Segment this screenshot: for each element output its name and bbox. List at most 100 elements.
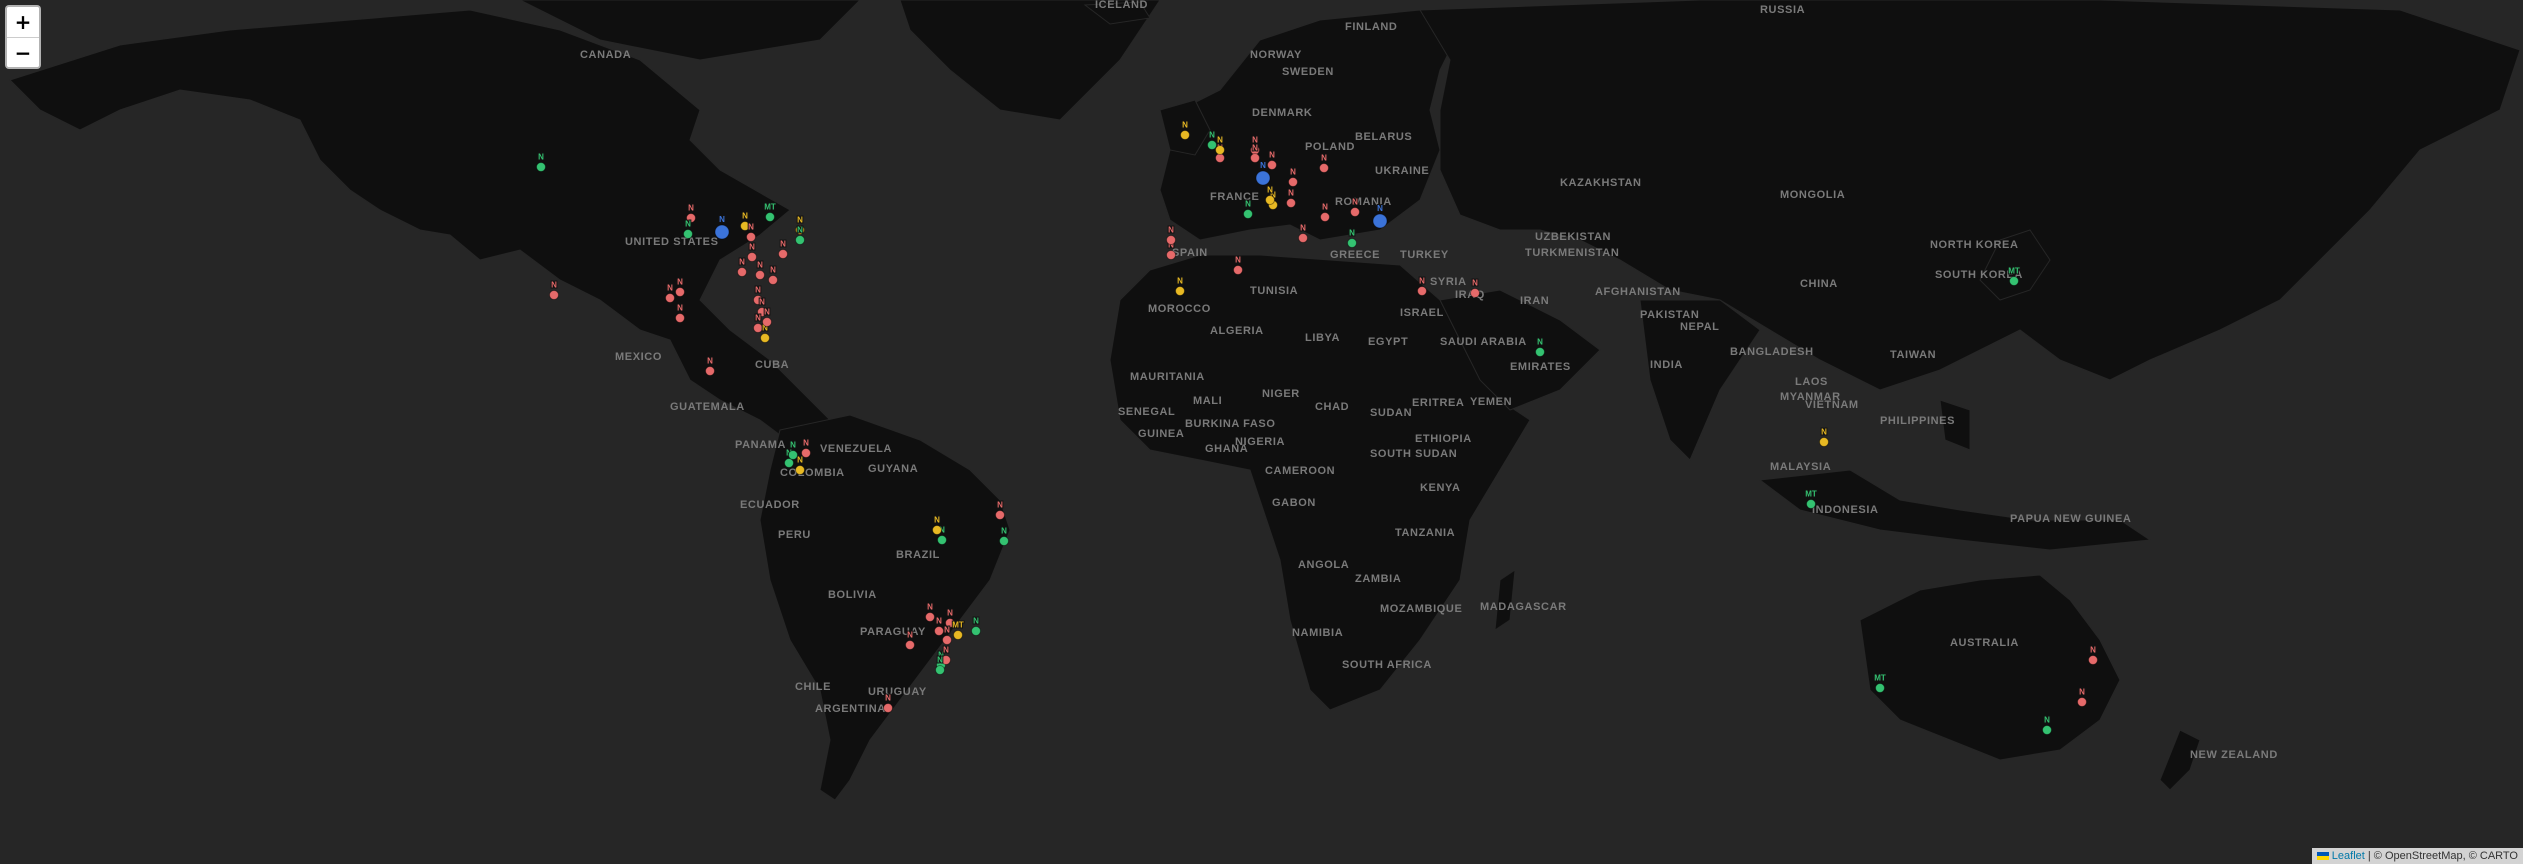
- marker-label: N: [2079, 688, 2085, 697]
- country-label: MONGOLIA: [1780, 189, 1845, 201]
- marker-dot[interactable]: [953, 630, 963, 640]
- marker-dot[interactable]: [1207, 140, 1217, 150]
- marker-dot[interactable]: [2077, 697, 2087, 707]
- marker-dot[interactable]: [999, 536, 1009, 546]
- marker-dot[interactable]: [2088, 655, 2098, 665]
- marker-dot[interactable]: [1347, 238, 1357, 248]
- marker-dot[interactable]: [1215, 145, 1225, 155]
- marker-label: N: [2090, 646, 2096, 655]
- marker-dot[interactable]: [801, 448, 811, 458]
- marker-dot[interactable]: [762, 317, 772, 327]
- marker-dot[interactable]: [1243, 209, 1253, 219]
- country-label: ANGOLA: [1298, 559, 1349, 571]
- country-label: SPAIN: [1172, 247, 1208, 259]
- country-label: CANADA: [580, 49, 631, 61]
- leaflet-link[interactable]: Leaflet: [2332, 850, 2365, 862]
- marker-dot[interactable]: [768, 275, 778, 285]
- marker-dot[interactable]: [1166, 250, 1176, 260]
- country-label: TURKMENISTAN: [1525, 247, 1619, 259]
- marker-dot[interactable]: [1470, 288, 1480, 298]
- marker-dot[interactable]: [1175, 286, 1185, 296]
- country-label: IRAN: [1520, 295, 1549, 307]
- marker-dot[interactable]: [932, 525, 942, 535]
- marker-dot[interactable]: [536, 162, 546, 172]
- attribution-text: | © OpenStreetMap, © CARTO: [2364, 850, 2518, 862]
- marker-dot[interactable]: [1350, 207, 1360, 217]
- marker-label: N: [739, 258, 745, 267]
- country-label: SOUTH AFRICA: [1342, 659, 1432, 671]
- marker-dot[interactable]: [2009, 276, 2019, 286]
- marker-label: N: [1472, 279, 1478, 288]
- marker-label: N: [707, 357, 713, 366]
- marker-dot[interactable]: [1166, 235, 1176, 245]
- marker-dot[interactable]: [995, 510, 1005, 520]
- marker-dot[interactable]: [1255, 170, 1271, 186]
- marker-dot[interactable]: [788, 450, 798, 460]
- marker-dot[interactable]: [934, 626, 944, 636]
- marker-label: N: [538, 153, 544, 162]
- marker-label: N: [943, 646, 949, 655]
- marker-dot[interactable]: [1535, 347, 1545, 357]
- marker-dot[interactable]: [683, 229, 693, 239]
- map-container[interactable]: CANADA RUSSIA FINLAND SWEDEN NORWAY DENM…: [0, 0, 2523, 864]
- marker-dot[interactable]: [765, 212, 775, 222]
- marker-dot[interactable]: [905, 640, 915, 650]
- marker-label: N: [936, 617, 942, 626]
- country-label: MEXICO: [615, 351, 662, 363]
- country-label: TAIWAN: [1890, 349, 1936, 361]
- marker-dot[interactable]: [1286, 198, 1296, 208]
- country-label: MAURITANIA: [1130, 371, 1205, 383]
- country-label: VIETNAM: [1805, 399, 1859, 411]
- marker-dot[interactable]: [1819, 437, 1829, 447]
- zoom-out-button[interactable]: −: [7, 37, 39, 67]
- marker-dot[interactable]: [760, 333, 770, 343]
- marker-dot[interactable]: [1806, 499, 1816, 509]
- marker-label: N: [937, 656, 943, 665]
- marker-dot[interactable]: [2042, 725, 2052, 735]
- marker-dot[interactable]: [1288, 177, 1298, 187]
- marker-dot[interactable]: [1319, 163, 1329, 173]
- country-label: BOLIVIA: [828, 589, 877, 601]
- marker-dot[interactable]: [942, 635, 952, 645]
- country-label: ETHIOPIA: [1415, 433, 1472, 445]
- marker-label: N: [755, 286, 761, 295]
- marker-label: N: [1321, 154, 1327, 163]
- marker-dot[interactable]: [883, 703, 893, 713]
- marker-dot[interactable]: [747, 252, 757, 262]
- marker-dot[interactable]: [549, 290, 559, 300]
- marker-dot[interactable]: [795, 465, 805, 475]
- marker-dot[interactable]: [1180, 130, 1190, 140]
- marker-dot[interactable]: [1233, 265, 1243, 275]
- marker-dot[interactable]: [1417, 286, 1427, 296]
- zoom-in-button[interactable]: +: [7, 7, 39, 37]
- marker-dot[interactable]: [665, 293, 675, 303]
- marker-dot[interactable]: [746, 232, 756, 242]
- marker-dot[interactable]: [925, 612, 935, 622]
- marker-dot[interactable]: [714, 224, 730, 240]
- marker-dot[interactable]: [971, 626, 981, 636]
- marker-dot[interactable]: [1298, 233, 1308, 243]
- marker-dot[interactable]: [935, 665, 945, 675]
- country-label: TUNISIA: [1250, 285, 1298, 297]
- marker-label: N: [797, 226, 803, 235]
- marker-label: N: [688, 204, 694, 213]
- marker-dot[interactable]: [1267, 160, 1277, 170]
- marker-dot[interactable]: [1320, 212, 1330, 222]
- country-label: NEW ZEALAND: [2190, 749, 2278, 761]
- marker-dot[interactable]: [755, 270, 765, 280]
- marker-dot[interactable]: [778, 249, 788, 259]
- world-basemap[interactable]: CANADA RUSSIA FINLAND SWEDEN NORWAY DENM…: [0, 0, 2523, 864]
- marker-dot[interactable]: [1265, 195, 1275, 205]
- marker-dot[interactable]: [1875, 683, 1885, 693]
- marker-dot[interactable]: [1372, 213, 1388, 229]
- marker-dot[interactable]: [937, 535, 947, 545]
- country-label: AFGHANISTAN: [1595, 286, 1681, 298]
- marker-dot[interactable]: [795, 235, 805, 245]
- marker-dot[interactable]: [675, 287, 685, 297]
- marker-dot[interactable]: [705, 366, 715, 376]
- marker-dot[interactable]: [1250, 153, 1260, 163]
- country-label: GABON: [1272, 497, 1316, 509]
- country-label: BRAZIL: [896, 549, 940, 561]
- marker-dot[interactable]: [737, 267, 747, 277]
- marker-dot[interactable]: [675, 313, 685, 323]
